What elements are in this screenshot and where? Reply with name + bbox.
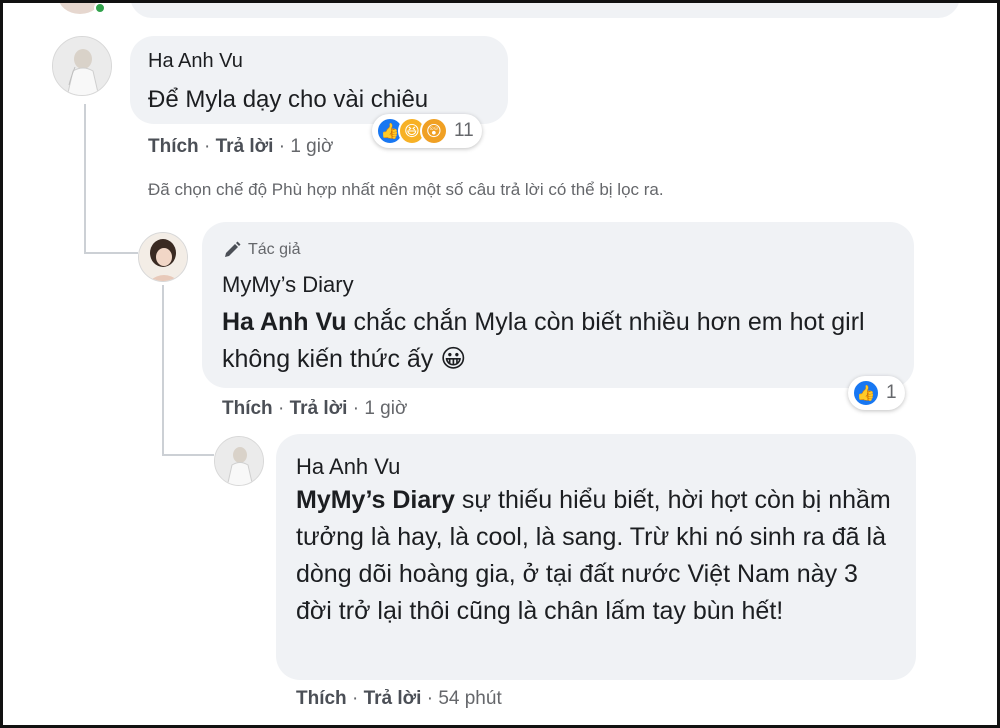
comment-text: Ha Anh Vu chắc chắn Myla còn biết nhiều … bbox=[222, 304, 902, 378]
mention-link[interactable]: Ha Anh Vu bbox=[222, 308, 347, 336]
comment-bubble: Tác giả MyMy’s Diary Ha Anh Vu chắc chắn… bbox=[202, 222, 914, 388]
wow-icon: 😲 bbox=[420, 117, 448, 145]
thread-line bbox=[84, 252, 138, 254]
like-button[interactable]: Thích bbox=[222, 398, 273, 419]
reaction-summary[interactable]: 👍 1 bbox=[848, 376, 905, 410]
comment-text: Để Myla dạy cho vài chiêu bbox=[148, 86, 429, 113]
separator: · bbox=[351, 688, 364, 709]
reaction-summary[interactable]: 👍 😆 😲 11 bbox=[372, 114, 482, 148]
user-photo-icon bbox=[215, 437, 263, 485]
comment-actions: Thích · Trả lời · 1 giờ bbox=[148, 136, 333, 158]
user-photo-icon bbox=[139, 233, 187, 281]
filter-note: Đã chọn chế độ Phù hợp nhất nên một số c… bbox=[148, 180, 664, 199]
like-button[interactable]: Thích bbox=[296, 688, 347, 709]
comment-author[interactable]: Ha Anh Vu bbox=[148, 50, 243, 73]
comment-actions: Thích · Trả lời · 54 phút bbox=[296, 688, 502, 710]
reply-button[interactable]: Trả lời bbox=[364, 688, 422, 709]
reply-button[interactable]: Trả lời bbox=[216, 136, 274, 157]
author-badge: Tác giả bbox=[222, 240, 300, 260]
reply-button[interactable]: Trả lời bbox=[290, 398, 348, 419]
user-photo-icon bbox=[53, 37, 111, 95]
thread-line bbox=[84, 104, 86, 254]
comment-bubble: Ha Anh Vu Để Myla dạy cho vài chiêu bbox=[130, 36, 508, 124]
reaction-count: 1 bbox=[886, 382, 897, 403]
separator: · bbox=[278, 136, 291, 157]
avatar[interactable] bbox=[52, 36, 112, 96]
thread-line bbox=[162, 285, 164, 455]
thread-line bbox=[162, 454, 214, 456]
separator: · bbox=[352, 398, 365, 419]
reaction-count: 11 bbox=[454, 120, 474, 141]
avatar[interactable] bbox=[138, 232, 188, 282]
comment-actions: Thích · Trả lời · 1 giờ bbox=[222, 398, 407, 420]
like-icon: 👍 bbox=[852, 379, 880, 407]
comment-text: MyMy’s Diary sự thiếu hiểu biết, hời hợt… bbox=[296, 482, 896, 630]
timestamp[interactable]: 54 phút bbox=[438, 688, 501, 709]
author-badge-label: Tác giả bbox=[248, 241, 301, 258]
timestamp[interactable]: 1 giờ bbox=[290, 136, 333, 157]
comment-author[interactable]: Ha Anh Vu bbox=[296, 454, 400, 480]
pencil-icon bbox=[225, 241, 241, 257]
previous-comment-bubble bbox=[130, 0, 960, 18]
separator: · bbox=[203, 136, 216, 157]
comment-author[interactable]: MyMy’s Diary bbox=[222, 272, 354, 298]
avatar[interactable] bbox=[214, 436, 264, 486]
like-button[interactable]: Thích bbox=[148, 136, 199, 157]
online-status-dot bbox=[94, 2, 106, 14]
separator: · bbox=[426, 688, 439, 709]
mention-link[interactable]: MyMy’s Diary bbox=[296, 486, 455, 514]
separator: · bbox=[277, 398, 290, 419]
timestamp[interactable]: 1 giờ bbox=[364, 398, 407, 419]
comment-bubble: Ha Anh Vu MyMy’s Diary sự thiếu hiểu biế… bbox=[276, 434, 916, 680]
